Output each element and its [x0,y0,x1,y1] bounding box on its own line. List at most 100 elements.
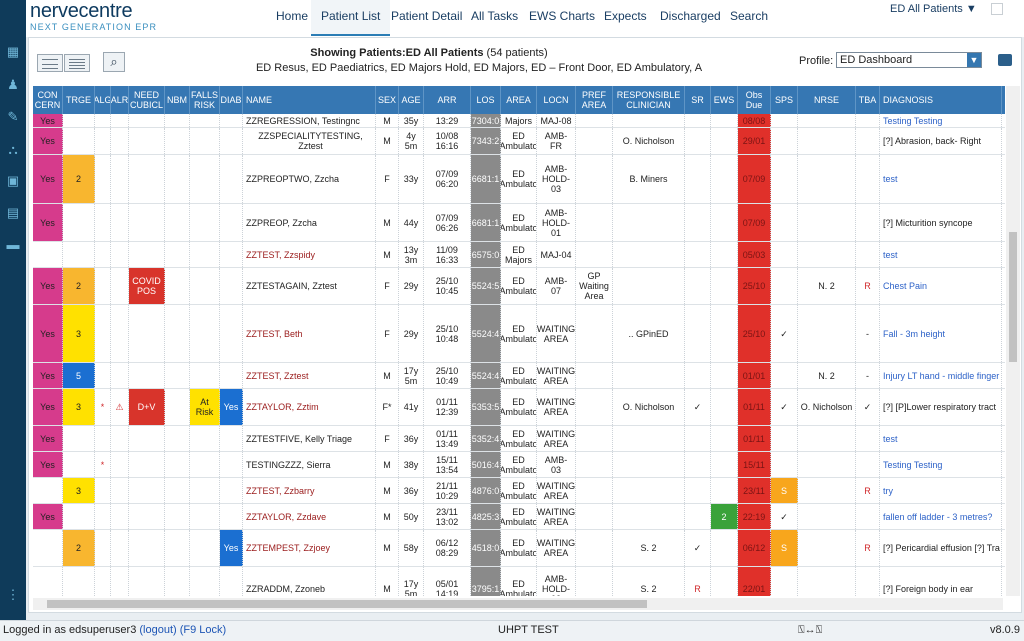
column-header-obs-due[interactable]: Obs Due [738,86,771,114]
table-row[interactable]: ZZTEST, Zzspidy M 13y 3m 11/09 16:33 6575:0 E… [33,242,1005,268]
profile-select[interactable]: ED Dashboard ▼ [836,52,982,68]
cell-clin [613,452,685,477]
cell-name: ZZRADDM, Zzoneb [243,567,376,596]
table-row[interactable]: Yes ZZSPECIALITYTESTING, Zztest M 4y 5m 10/0… [33,128,1005,155]
column-header-need-cubicl[interactable]: NEED CUBICL [129,86,165,114]
table-row[interactable]: Yes 3 ZZTEST, Beth F 29y 25/10 10:48 5524:4 ED … [33,305,1005,363]
nav-discharged[interactable]: Discharged [660,9,721,23]
table-row[interactable]: Yes 5 ZZTEST, Zztest M 17y 5m 25/10 10:49 5524… [33,363,1005,389]
nav-patient-detail[interactable]: Patient Detail [391,9,462,23]
column-header-sex[interactable]: SEX [376,86,399,114]
lock-link[interactable]: (F9 Lock) [180,624,226,636]
cell-diag: test [880,242,1002,267]
nav-ews-charts[interactable]: EWS Charts [529,9,595,23]
cell-area: ED Majors [501,242,537,267]
table-row[interactable]: Yes ZZPREOP, Zzcha M 44y 07/09 06:26 6681:1 ED… [33,204,1005,242]
card-view-button[interactable] [37,54,63,72]
column-header-con-cern[interactable]: CON CERN [33,86,63,114]
cell-alr [111,128,129,154]
showing-summary: Showing Patients:ED All Patients (54 pat… [179,47,679,59]
nav-patient-list[interactable]: Patient List [311,0,391,36]
cell-los: 5524:5 [471,268,501,304]
cell-diag: fallen off ladder - 3 metres? [880,504,1002,529]
cell-nbm [165,452,190,477]
cell-concern: Yes [33,268,63,304]
vertical-scroll-thumb[interactable] [1009,232,1017,362]
table-row[interactable]: Yes ZZTAYLOR, Zzdave M 50y 23/11 13:02 4825:3… [33,504,1005,530]
cell-nbm [165,504,190,529]
column-header-diagnosis[interactable]: DIAGNOSIS [880,86,1002,114]
column-header-ews[interactable]: EWS [711,86,738,114]
column-header-area[interactable]: AREA [501,86,537,114]
nav-expects[interactable]: Expects [604,9,647,23]
cell-pref [576,478,613,503]
tasks-icon[interactable]: ✎ [5,110,21,124]
table-row[interactable]: Yes * TESTINGZZZ, Sierra M 38y 15/11 13:54 501… [33,452,1005,478]
menu-icon[interactable]: ▦ [5,45,21,59]
cell-cub [129,204,165,241]
cell-area: ED Ambulato [501,426,537,451]
column-header-sps[interactable]: SPS [771,86,798,114]
patients-icon[interactable]: ♟ [5,78,21,92]
search-icon[interactable]: ⌕ [103,52,125,72]
column-header-alr[interactable]: ALR [111,86,129,114]
cell-arr: 25/10 10:49 [424,363,471,388]
cell-trge [63,204,95,241]
table-row[interactable]: Yes 2 COVID POS ZZTESTAGAIN, Zztest F 29y 25/1… [33,268,1005,305]
column-header-nbm[interactable]: NBM [165,86,190,114]
more-icon[interactable]: ⋮ [5,588,21,602]
clipboard-icon[interactable]: ▤ [5,206,21,220]
table-row[interactable]: Yes 2 ZZPREOPTWO, Zzcha F 33y 07/09 06:20 6681… [33,155,1005,204]
cell-age: 29y [399,268,424,304]
cell-arr: 25/10 10:45 [424,268,471,304]
table-row[interactable]: ZZRADDM, Zzoneb M 17y 5m 05/01 14:19 3795:1 E… [33,567,1005,596]
nav-all-tasks[interactable]: All Tasks [471,9,518,23]
table-row[interactable]: 3 ZZTEST, Zzbarry M 36y 21/11 10:29 4876:0 ED … [33,478,1005,504]
cell-los: 5353:5 [471,389,501,425]
printer-icon[interactable] [998,54,1012,66]
cell-pref: GP Waiting Area [576,268,613,304]
column-header-name[interactable]: NAME [243,86,376,114]
column-header-tba[interactable]: TBA [856,86,880,114]
cell-sr: ✓ [685,530,711,566]
cell-tba: - [856,363,880,388]
column-header-diab[interactable]: DIAB [220,86,243,114]
cell-diag: Testing Testing [880,452,1002,477]
table-row[interactable]: Yes 3 * ⚠ D+V At Risk Yes ZZTAYLOR, Zztim F* 41y 0… [33,389,1005,426]
table-row[interactable]: Yes ZZTESTFIVE, Kelly Triage F 36y 01/11 13:… [33,426,1005,452]
column-header-pref-area[interactable]: PREF AREA [576,86,613,114]
network-icon[interactable]: ⛬ [5,143,21,157]
cell-falls [190,452,220,477]
nav-home[interactable]: Home [276,9,308,23]
cell-sps [771,567,798,596]
cell-locn: AMB- FR [537,128,576,154]
nav-search[interactable]: Search [730,9,768,23]
window-icon[interactable] [991,3,1003,15]
cell-clin [613,204,685,241]
cell-falls [190,128,220,154]
column-header-sr[interactable]: SR [685,86,711,114]
table-row[interactable]: Yes ZZREGRESSION, Testingnc M 35y 13:29 7304:… [33,114,1005,128]
column-header-locn[interactable]: LOCN [537,86,576,114]
column-header-responsible-clinician[interactable]: RESPONSIBLE CLINICIAN [613,86,685,114]
archive-icon[interactable]: ▣ [5,174,21,188]
logout-link[interactable]: (logout) [139,624,176,636]
column-header-los[interactable]: LOS [471,86,501,114]
horizontal-scroll-thumb[interactable] [47,600,647,608]
cell-locn: MAJ-04 [537,242,576,267]
column-header-age[interactable]: AGE [399,86,424,114]
column-header-nrse[interactable]: NRSE [798,86,856,114]
horizontal-scrollbar[interactable] [33,598,1003,610]
list-view-button[interactable] [64,54,90,72]
cell-diag: [?] Abrasion, back- Right [880,128,1002,154]
column-header-arr[interactable]: ARR [424,86,471,114]
column-header-falls-risk[interactable]: FALLS RISK [190,86,220,114]
bed-icon[interactable]: ▬ [5,238,21,252]
table-row[interactable]: 2 Yes ZZTEMPEST, Zzjoey M 58y 06/12 08:29 4518… [33,530,1005,567]
cell-locn: AMB- HOLD- 01 [537,204,576,241]
column-header-trge[interactable]: TRGE [63,86,95,114]
vertical-scrollbar[interactable] [1006,86,1020,596]
location-selector[interactable]: ED All Patients ▼ [890,3,977,15]
column-header-alg[interactable]: ALG [95,86,111,114]
cell-clin [613,268,685,304]
